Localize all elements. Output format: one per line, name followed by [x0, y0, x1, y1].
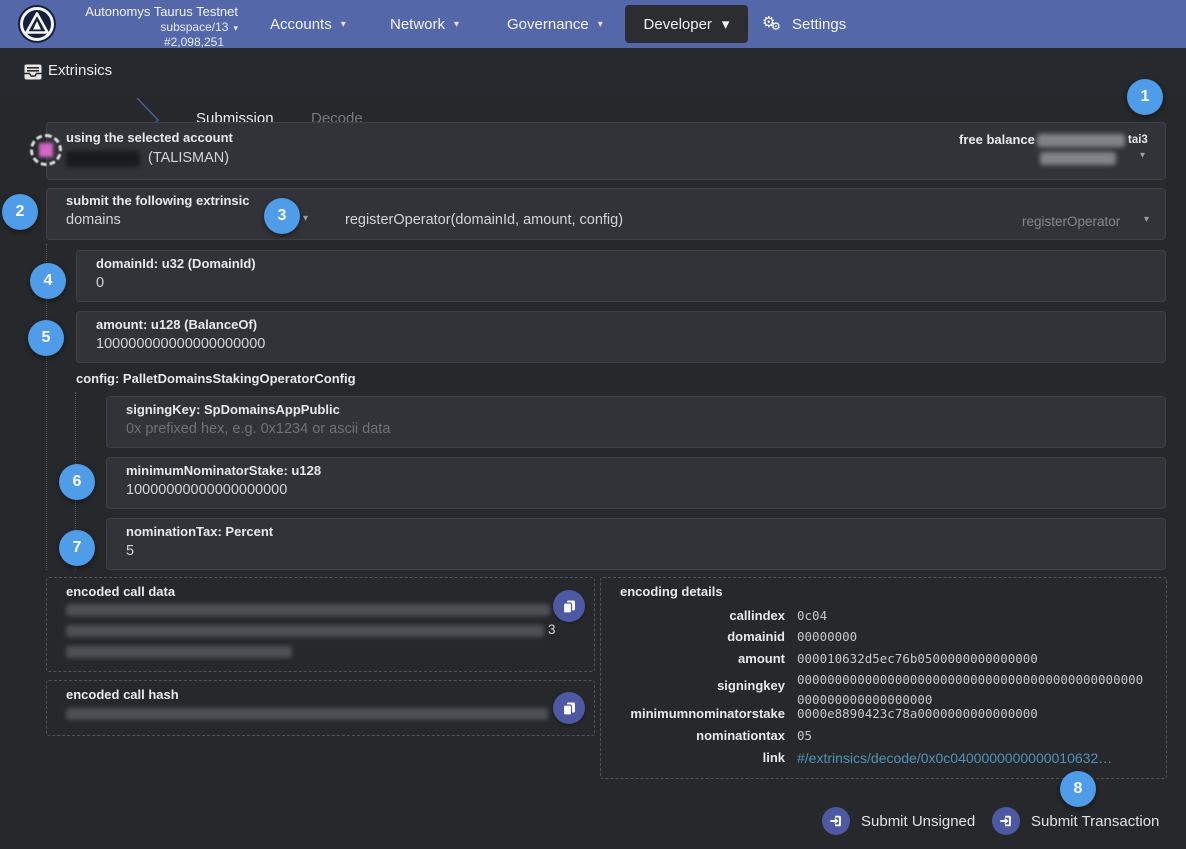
encoding-row-amount: amount 000010632d5ec76b0500000000000000 [620, 650, 1150, 669]
param-amount-label: amount: u128 (BalanceOf) [96, 317, 257, 332]
encoding-row-domainid: domainid 00000000 [620, 628, 1150, 647]
submit-transaction-button[interactable]: Submit Transaction [992, 807, 1159, 835]
pallet-select[interactable]: domains [66, 212, 121, 228]
app-root: Autonomys Taurus Testnet subspace/13▾ #2… [0, 0, 1186, 849]
encoding-row-link: link #/extrinsics/decode/0x0c04000000000… [620, 749, 1150, 768]
param-signingkey-label: signingKey: SpDomainsAppPublic [126, 402, 340, 417]
copy-icon [562, 701, 577, 716]
sign-in-icon [822, 807, 850, 835]
chevron-down-icon: ▾ [341, 19, 346, 30]
copy-call-data-button[interactable] [553, 590, 585, 622]
annotation-step-4: 4 [30, 263, 66, 299]
call-hash-redacted [66, 708, 548, 720]
call-data-redacted-line2 [66, 625, 544, 637]
pallet-select-chevron-icon[interactable]: ▾ [303, 213, 308, 224]
account-select-label: using the selected account [66, 130, 233, 145]
annotation-step-6: 6 [59, 464, 95, 500]
call-name-display[interactable]: registerOperator [1022, 214, 1120, 229]
annotation-step-1: 1 [1127, 79, 1163, 115]
tab-bar: Extrinsics Submission Decode [0, 48, 1186, 95]
nav-accounts[interactable]: Accounts ▾ [270, 0, 346, 48]
call-data-redacted-line3 [66, 646, 292, 658]
free-balance-value-redacted [1037, 134, 1125, 147]
balance-unit: tai3 [1128, 134, 1148, 146]
annotation-step-7: 7 [59, 530, 95, 566]
chain-info: Autonomys Taurus Testnet subspace/13▾ #2… [68, 4, 238, 49]
param-domainid-value[interactable]: 0 [96, 275, 104, 291]
annotation-step-3: 3 [264, 198, 300, 234]
encoding-details-title: encoding details [620, 584, 723, 599]
param-nominationtax-value[interactable]: 5 [126, 543, 134, 559]
top-header: Autonomys Taurus Testnet subspace/13▾ #2… [0, 0, 1186, 48]
free-balance-label: free balance [959, 132, 1035, 147]
copy-call-hash-button[interactable] [553, 692, 585, 724]
encoded-call-hash-label: encoded call hash [66, 687, 179, 702]
balance-expander-icon[interactable]: ▾ [1140, 150, 1145, 161]
encoded-call-data-label: encoded call data [66, 584, 175, 599]
chevron-down-icon: ▾ [722, 15, 730, 33]
chain-spec-selector[interactable]: subspace/13▾ [68, 20, 238, 35]
param-domainid-label: domainId: u32 (DomainId) [96, 256, 256, 271]
call-select[interactable]: registerOperator(domainId, amount, confi… [345, 212, 623, 228]
gear-icon: ⚙ ⚙ [762, 13, 784, 35]
param-config-label: config: PalletDomainsStakingOperatorConf… [76, 371, 356, 386]
call-select-chevron-icon[interactable]: ▾ [1144, 214, 1149, 225]
chevron-down-icon: ▾ [598, 19, 603, 30]
annotation-step-5: 5 [28, 320, 64, 356]
copy-icon [562, 599, 577, 614]
chevron-down-icon: ▾ [233, 23, 238, 33]
encoding-row-callindex: callindex 0c04 [620, 607, 1150, 626]
submit-unsigned-button[interactable]: Submit Unsigned [822, 807, 975, 835]
param-minstake-value[interactable]: 10000000000000000000 [126, 482, 287, 498]
annotation-step-2: 2 [2, 194, 38, 230]
best-block-number: #2,098,251 [68, 35, 238, 49]
account-source-suffix: (TALISMAN) [148, 150, 229, 166]
param-signingkey-placeholder[interactable]: 0x prefixed hex, e.g. 0x1234 or ascii da… [126, 421, 390, 437]
balance-secondary-redacted [1040, 152, 1116, 165]
nav-settings[interactable]: ⚙ ⚙ Settings [762, 0, 846, 48]
encoding-row-nominationtax: nominationtax 05 [620, 727, 1150, 746]
nav-governance[interactable]: Governance ▾ [507, 0, 603, 48]
param-nominationtax-label: nominationTax: Percent [126, 524, 273, 539]
account-identicon [30, 134, 62, 166]
param-minstake-label: minimumNominatorStake: u128 [126, 463, 321, 478]
autonomys-logo-icon[interactable] [17, 4, 57, 44]
encoding-row-minstake: minimumnominatorstake 0000e8890423c78a00… [620, 705, 1150, 724]
decode-link[interactable]: #/extrinsics/decode/0x0c0400000000000010… [797, 748, 1147, 768]
extrinsics-icon [24, 64, 42, 80]
nav-network[interactable]: Network ▾ [390, 0, 459, 48]
account-name-redacted [66, 151, 140, 167]
nav-developer[interactable]: Developer ▾ [625, 5, 748, 43]
section-title: Extrinsics [48, 62, 112, 79]
chain-name: Autonomys Taurus Testnet [68, 4, 238, 20]
chevron-down-icon: ▾ [454, 19, 459, 30]
call-data-visible-char: 3 [548, 622, 556, 637]
call-data-redacted-line1 [66, 604, 550, 616]
extrinsic-select-label: submit the following extrinsic [66, 193, 249, 208]
param-amount-value[interactable]: 100000000000000000000 [96, 336, 265, 352]
sign-in-icon [992, 807, 1020, 835]
annotation-step-8: 8 [1060, 771, 1096, 807]
